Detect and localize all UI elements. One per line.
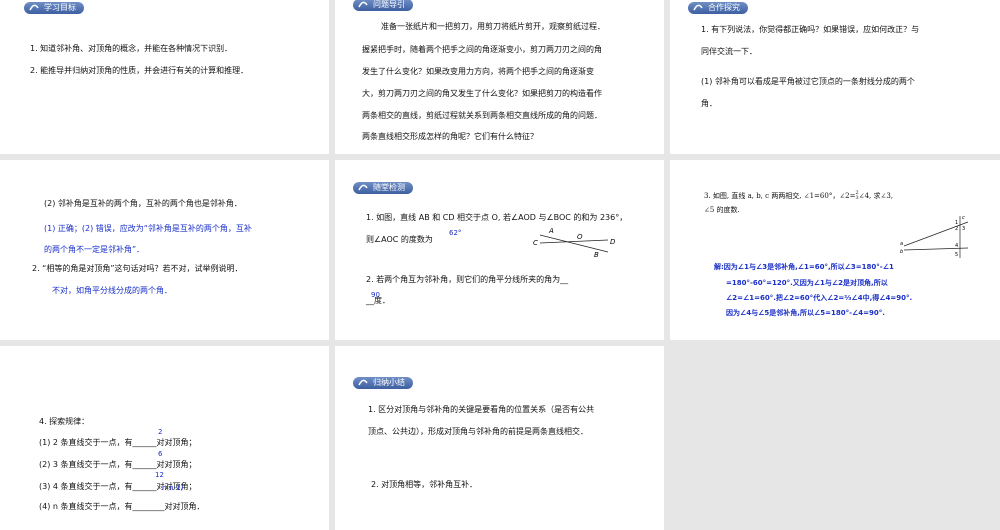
summary-line-2: 2. 对顶角相等，邻补角互补． [371, 480, 478, 489]
pattern-answer-1: 2 [158, 428, 163, 436]
answer-2: 不对，如角平分线分成的两个角． [52, 286, 172, 295]
statement-1: (1) 邻补角可以看成是平角被过它顶点的一条射线分成的两个 [701, 77, 915, 86]
slide-angle-problem[interactable]: 3. 如图, 直线 a, b, c 两两相交, ∠1=60°，∠2= 2 3 ∠4, … [670, 160, 1000, 340]
question-2: 2. “相等的角是对顶角”这句话对吗？若不对，试举例说明． [32, 264, 243, 273]
problem-3-text-cont: ∠4, 求∠3, [858, 192, 894, 200]
question-1-cont: 同伴交流一下． [701, 47, 757, 56]
summary-line-1: 1. 区分对顶角与邻补角的关键是要看角的位置关系（是否有公共 [368, 405, 595, 414]
answer-1-cont: 的两个角不一定是邻补角”． [44, 245, 145, 254]
text-line: 握紧把手时，随着两个把手之间的角逐渐变小，剪刀两刀刃之间的角 [362, 45, 602, 54]
label-B: B [594, 251, 599, 259]
answer-1: (1) 正确；(2) 错误，应改为“邻补角是互补的两个角，互补 [44, 224, 252, 233]
label-c: c [962, 215, 965, 221]
label-O: O [577, 233, 583, 241]
label-2: 2 [955, 226, 958, 232]
slide-grid: 学习目标 1. 知道邻补角、对顶角的概念，并能在各种情况下识别． 2. 能推导并… [0, 0, 1000, 530]
empty-slot [670, 346, 1000, 530]
slide-cooperative-exploration[interactable]: 合作探究 1. 有下列说法，你觉得都正确吗？如果错误，应如何改正？与 同伴交流一… [670, 0, 1000, 154]
slide-question-guide[interactable]: 问题导引 准备一张纸片和一把剪刀，用剪刀将纸片剪开，观察剪纸过程． 握紧把手时，… [335, 0, 664, 154]
section-tag: 归纳小结 [353, 377, 413, 389]
problem-3: 3. 如图, 直线 a, b, c 两两相交, ∠1=60°，∠2=2 3∠4, … [704, 191, 893, 202]
label-3: 3 [962, 226, 965, 232]
swirl-icon [693, 4, 703, 11]
swirl-icon [29, 4, 39, 11]
slide-quiz[interactable]: 随堂检测 1. 如图，直线 AB 和 CD 相交于点 O, 若∠AOD 与∠BO… [335, 160, 664, 340]
section-tag-label: 合作探究 [708, 3, 740, 12]
swirl-icon [358, 184, 368, 191]
slide-pattern-exploration[interactable]: 4. 探索规律： 2 (1) 2 条直线交于一点，有______对对顶角； 6 … [0, 346, 329, 530]
text-line: 准备一张纸片和一把剪刀，用剪刀将纸片剪开，观察剪纸过程． [381, 22, 605, 31]
text-line: 两条相交的直线，剪纸过程就关系到两条相交直线所成的角的问题． [362, 111, 602, 120]
problem-3-cont: ∠5 的度数. [704, 206, 740, 214]
quiz-question-1-cont: 则∠AOC 的度数为 [366, 235, 433, 244]
pattern-row-4: (4) n 条直线交于一点，有________对对顶角． [39, 502, 205, 511]
swirl-icon [358, 379, 368, 386]
pattern-title: 4. 探索规律： [39, 417, 90, 426]
solution-line-2: =180°-60°=120°.又因为∠1与∠2是对顶角,所以 [726, 279, 888, 287]
slide-answers[interactable]: (2) 邻补角是互补的两个角，互补的两个角也是邻补角． (1) 正确；(2) 错… [0, 160, 329, 340]
question-1: 1. 有下列说法，你觉得都正确吗？如果错误，应如何改正？与 [701, 25, 920, 34]
section-tag-label: 学习目标 [44, 3, 76, 12]
quiz-question-1: 1. 如图，直线 AB 和 CD 相交于点 O, 若∠AOD 与∠BOC 的和为… [366, 213, 628, 222]
solution-line-1: 解:因为∠1与∠3是邻补角,∠1=60°,所以∠3=180°-∠1 [714, 263, 894, 271]
pattern-answer-4: n(n-1) [162, 484, 184, 492]
label-C: C [533, 239, 538, 247]
section-tag: 学习目标 [24, 2, 84, 14]
solution-line-4: 因为∠4与∠5是邻补角,所以∠5=180°-∠4=90°. [726, 309, 885, 317]
intersecting-lines-figure: A C O D B [533, 227, 616, 259]
label-a: a [900, 241, 903, 247]
pattern-answer-2: 6 [158, 450, 163, 458]
pattern-row-1: (1) 2 条直线交于一点，有______对对顶角； [39, 438, 197, 447]
label-D: D [610, 238, 616, 246]
problem-3-text: 3. 如图, 直线 a, b, c 两两相交, ∠1=60°，∠2= [704, 192, 856, 200]
label-5: 5 [955, 252, 958, 258]
statement-2: (2) 邻补角是互补的两个角，互补的两个角也是邻补角． [44, 199, 242, 208]
section-tag-label: 归纳小结 [373, 378, 405, 387]
text-line: 发生了什么变化？如果改变用力方向，将两个把手之间的角逐渐变 [362, 67, 594, 76]
slide-summary[interactable]: 归纳小结 1. 区分对顶角与邻补角的关键是要看角的位置关系（是否有公共 顶点、公… [335, 346, 664, 530]
label-A: A [548, 227, 554, 235]
section-tag: 问题导引 [353, 0, 413, 11]
statement-1-cont: 角． [701, 99, 717, 108]
three-lines-figure: a b c 1 2 3 4 5 [900, 215, 969, 258]
quiz-question-2-cont: __度． [366, 296, 390, 305]
section-tag: 合作探究 [688, 2, 748, 14]
pattern-row-2: (2) 3 条直线交于一点，有______对对顶角； [39, 460, 197, 469]
label-b: b [900, 249, 903, 255]
text-line: 两条直线相交形成怎样的角呢？它们有什么特征？ [362, 132, 538, 141]
summary-line-1-cont: 顶点、公共边），形成对顶角与邻补角的前提是两条直线相交． [368, 427, 588, 436]
goal-2: 2. 能推导并归纳对顶角的性质，并会进行有关的计算和推理． [30, 66, 249, 75]
quiz-question-2: 2. 若两个角互为邻补角，则它们的角平分线所夹的角为__ [366, 275, 569, 284]
label-4: 4 [955, 243, 958, 249]
section-tag-label: 随堂检测 [373, 183, 405, 192]
pattern-answer-3: 12 [155, 471, 164, 479]
quiz-answer-1: 62° [449, 229, 462, 237]
section-tag-label: 问题导引 [373, 0, 405, 9]
goal-1: 1. 知道邻补角、对顶角的概念，并能在各种情况下识别． [30, 44, 233, 53]
section-tag: 随堂检测 [353, 182, 413, 194]
swirl-icon [358, 1, 368, 8]
slide-learning-goals[interactable]: 学习目标 1. 知道邻补角、对顶角的概念，并能在各种情况下识别． 2. 能推导并… [0, 0, 329, 154]
solution-line-3: ∠2=∠1=60°.把∠2=60°代入∠2=⅔∠4中,得∠4=90°. [726, 294, 913, 302]
text-line: 大，剪刀两刀刃之间的角又发生了什么变化？如果把剪刀的构造看作 [362, 89, 602, 98]
